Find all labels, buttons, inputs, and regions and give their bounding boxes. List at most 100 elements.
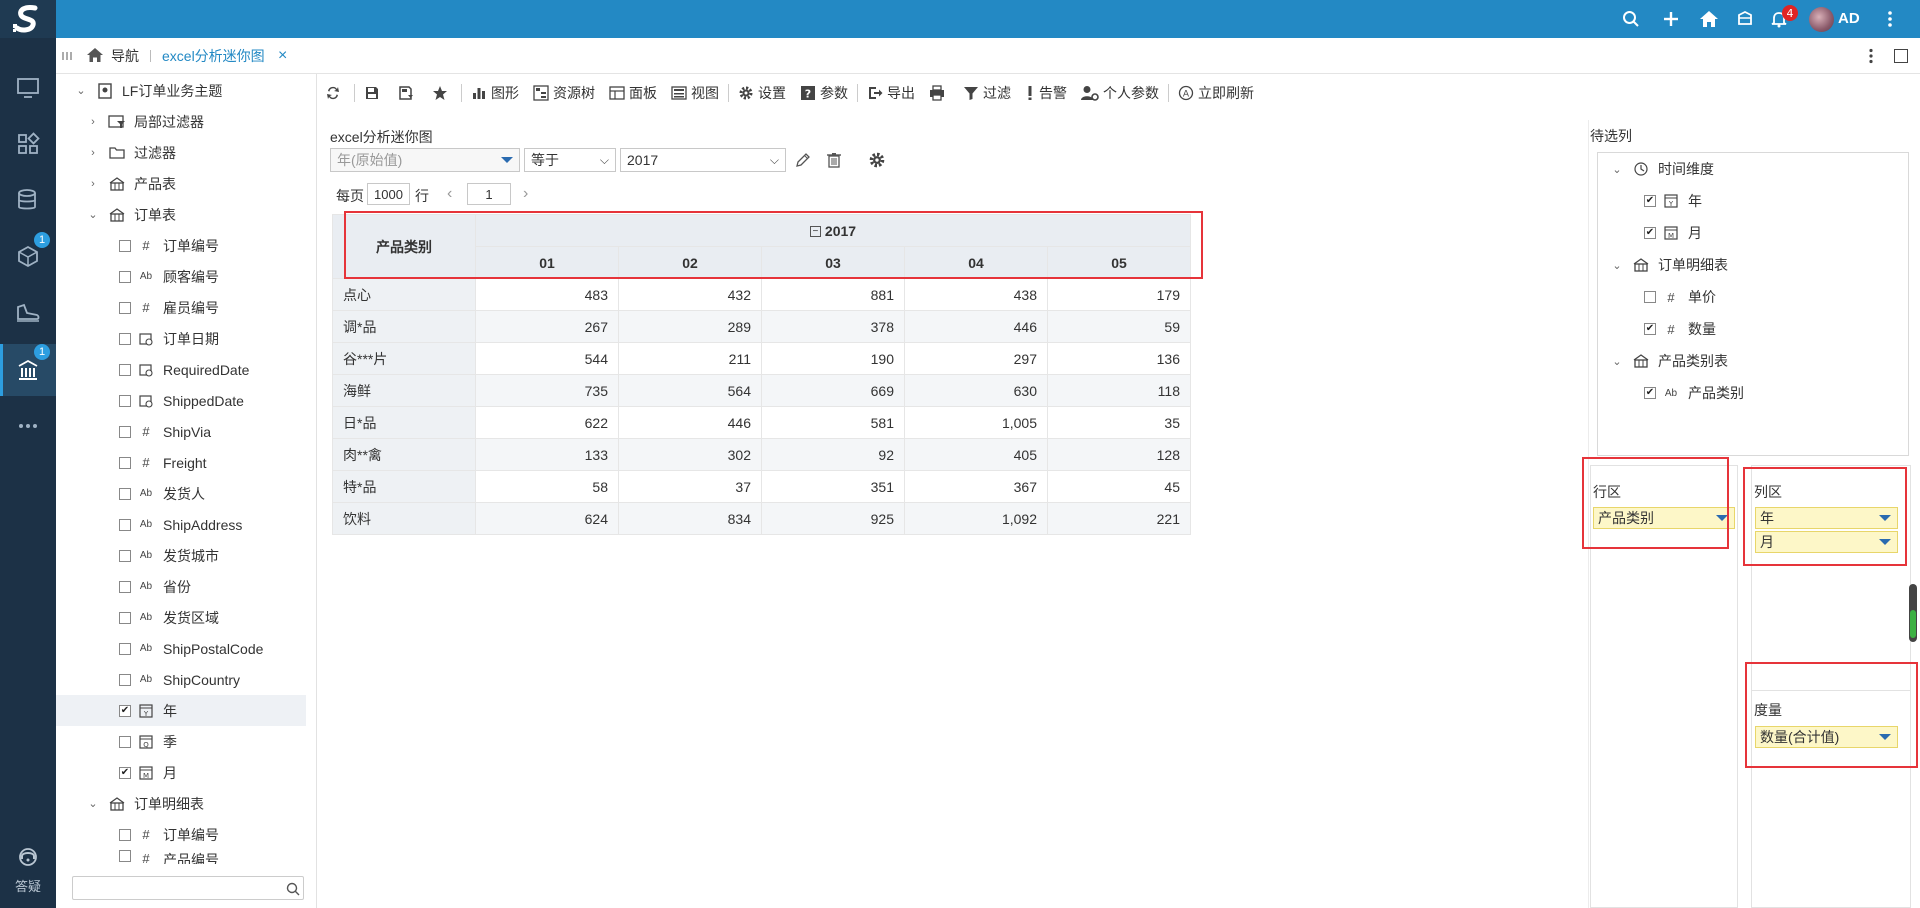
caret-down-icon[interactable] xyxy=(1879,539,1891,545)
tree-field[interactable]: # 订单编号 xyxy=(56,819,306,850)
filter-operator-select[interactable]: 等于 ⌵ xyxy=(524,148,616,172)
filter-field-select[interactable]: 年(原始值) xyxy=(330,148,520,172)
tree-field[interactable]: Ab 省份 xyxy=(56,571,306,602)
tree-field[interactable]: Ab 顾客编号 xyxy=(56,261,306,292)
tree-field[interactable]: 订单日期 xyxy=(56,323,306,354)
checkbox[interactable] xyxy=(119,518,131,531)
tree-item-order-detail[interactable]: ⌄ 订单明细表 xyxy=(56,788,306,819)
tree-field[interactable]: Ab ShipAddress xyxy=(56,509,306,540)
checkbox[interactable] xyxy=(119,580,131,593)
checkbox-checked[interactable]: ✔ xyxy=(119,766,131,779)
measure-field-quantity[interactable]: 数量(合计值) xyxy=(1755,726,1898,748)
checkbox[interactable] xyxy=(119,642,131,655)
tree-item-local-filter[interactable]: › 局部过滤器 xyxy=(56,106,306,137)
rail-more-icon[interactable] xyxy=(0,404,56,448)
tree-field[interactable]: RequiredDate xyxy=(56,354,306,385)
checkbox[interactable] xyxy=(119,828,131,841)
toolbar-resource-tree-button[interactable]: 资源树 xyxy=(526,76,602,110)
toolbar-print-button[interactable] xyxy=(922,76,956,110)
checkbox[interactable] xyxy=(119,332,131,345)
checkbox[interactable] xyxy=(119,735,131,748)
toolbar-panel-button[interactable]: 面板 xyxy=(602,76,664,110)
panel-scrollbar-thumb[interactable] xyxy=(1910,610,1916,638)
chevron-down-icon[interactable]: ⌄ xyxy=(1610,354,1624,368)
tree-item-filter[interactable]: › 过滤器 xyxy=(56,137,306,168)
candidates-category-table[interactable]: ⌄ 产品类别表 xyxy=(1598,345,1908,377)
candidates-unit-price[interactable]: # 单价 xyxy=(1598,281,1908,313)
candidates-category[interactable]: ✔ Ab 产品类别 xyxy=(1598,377,1908,409)
row-zone[interactable] xyxy=(1590,465,1738,908)
toolbar-settings-button[interactable]: 设置 xyxy=(731,76,793,110)
toolbar-params-button[interactable]: ? 参数 xyxy=(793,76,855,110)
tree-field-year[interactable]: ✔ Y 年 xyxy=(56,695,306,726)
maximize-icon[interactable] xyxy=(1894,49,1908,63)
prev-page-icon[interactable]: ‹ xyxy=(447,186,452,202)
user-initials[interactable]: AD xyxy=(1838,0,1860,38)
page-number-input[interactable]: 1 xyxy=(467,183,511,205)
checkbox[interactable] xyxy=(119,487,131,500)
checkbox[interactable] xyxy=(119,611,131,624)
user-avatar[interactable] xyxy=(1809,7,1834,32)
menu-lines-icon[interactable] xyxy=(62,51,72,61)
checkbox-checked[interactable]: ✔ xyxy=(119,704,131,717)
tree-field[interactable]: Ab 发货城市 xyxy=(56,540,306,571)
checkbox[interactable] xyxy=(119,394,131,407)
rail-database-icon[interactable] xyxy=(0,178,56,222)
package-icon[interactable] xyxy=(1730,0,1760,38)
checkbox[interactable] xyxy=(1644,291,1656,303)
checkbox[interactable] xyxy=(119,270,131,283)
toolbar-export-button[interactable]: 导出 xyxy=(860,76,922,110)
tree-field[interactable]: # 雇员编号 xyxy=(56,292,306,323)
add-icon[interactable] xyxy=(1656,0,1686,38)
pivot-year-header[interactable]: −2017 xyxy=(475,214,1191,247)
rail-monitor-icon[interactable] xyxy=(0,66,56,110)
tree-search-input[interactable] xyxy=(72,876,304,900)
toolbar-refresh-now-button[interactable]: A 立即刷新 xyxy=(1171,76,1261,110)
column-field-month[interactable]: 月 xyxy=(1755,531,1898,553)
rail-shoe-icon[interactable] xyxy=(0,290,56,334)
tree-root[interactable]: ⌄ LF订单业务主题 xyxy=(56,75,306,106)
collapse-icon[interactable]: − xyxy=(809,226,821,238)
tree-field[interactable]: ShippedDate xyxy=(56,385,306,416)
home-icon[interactable] xyxy=(1694,0,1724,38)
tree-item-order-table[interactable]: ⌄ 订单表 xyxy=(56,199,306,230)
toolbar-filter-button[interactable]: 过滤 xyxy=(956,76,1018,110)
checkbox[interactable] xyxy=(119,850,131,862)
toolbar-personal-params-button[interactable]: 个人参数 xyxy=(1074,76,1166,110)
candidates-year[interactable]: ✔ Y 年 xyxy=(1598,185,1908,217)
tree-field[interactable]: # Freight xyxy=(56,447,306,478)
checkbox-checked[interactable]: ✔ xyxy=(1644,387,1656,399)
checkbox-checked[interactable]: ✔ xyxy=(1644,227,1656,239)
per-page-input[interactable]: 1000 xyxy=(367,183,410,205)
checkbox[interactable] xyxy=(119,363,131,376)
chevron-right-icon[interactable]: › xyxy=(86,177,100,191)
checkbox[interactable] xyxy=(119,549,131,562)
chevron-down-icon[interactable]: ⌄ xyxy=(86,208,100,222)
chevron-right-icon[interactable]: › xyxy=(86,146,100,160)
candidates-time-dim[interactable]: ⌄ 时间维度 xyxy=(1598,153,1908,185)
tree-field-quarter[interactable]: Q季 xyxy=(56,726,306,757)
filter-value-select[interactable]: 2017 ⌵ xyxy=(620,148,786,172)
candidates-order-detail[interactable]: ⌄ 订单明细表 xyxy=(1598,249,1908,281)
delete-icon[interactable] xyxy=(826,152,842,168)
rail-help-icon[interactable] xyxy=(0,838,56,876)
chevron-right-icon[interactable]: › xyxy=(86,115,100,129)
checkbox[interactable] xyxy=(119,673,131,686)
row-field-category[interactable]: 产品类别 xyxy=(1593,507,1735,529)
toolbar-save-button[interactable] xyxy=(357,76,391,110)
candidates-month[interactable]: ✔ M 月 xyxy=(1598,217,1908,249)
checkbox[interactable] xyxy=(119,239,131,252)
nav-crumb[interactable]: 导航 xyxy=(111,38,139,74)
tab-close-icon[interactable]: × xyxy=(278,38,287,74)
checkbox-checked[interactable]: ✔ xyxy=(1644,323,1656,335)
tree-field[interactable]: Ab ShipPostalCode xyxy=(56,633,306,664)
tree-field[interactable]: Ab ShipCountry xyxy=(56,664,306,695)
toolbar-save-as-button[interactable] xyxy=(391,76,425,110)
checkbox[interactable] xyxy=(119,301,131,314)
toolbar-view-button[interactable]: 视图 xyxy=(664,76,726,110)
candidates-quantity[interactable]: ✔ # 数量 xyxy=(1598,313,1908,345)
search-icon[interactable] xyxy=(286,882,300,896)
rail-help-label[interactable]: 答疑 xyxy=(0,876,56,895)
toolbar-refresh-button[interactable] xyxy=(318,76,352,110)
caret-down-icon[interactable] xyxy=(1716,515,1728,521)
